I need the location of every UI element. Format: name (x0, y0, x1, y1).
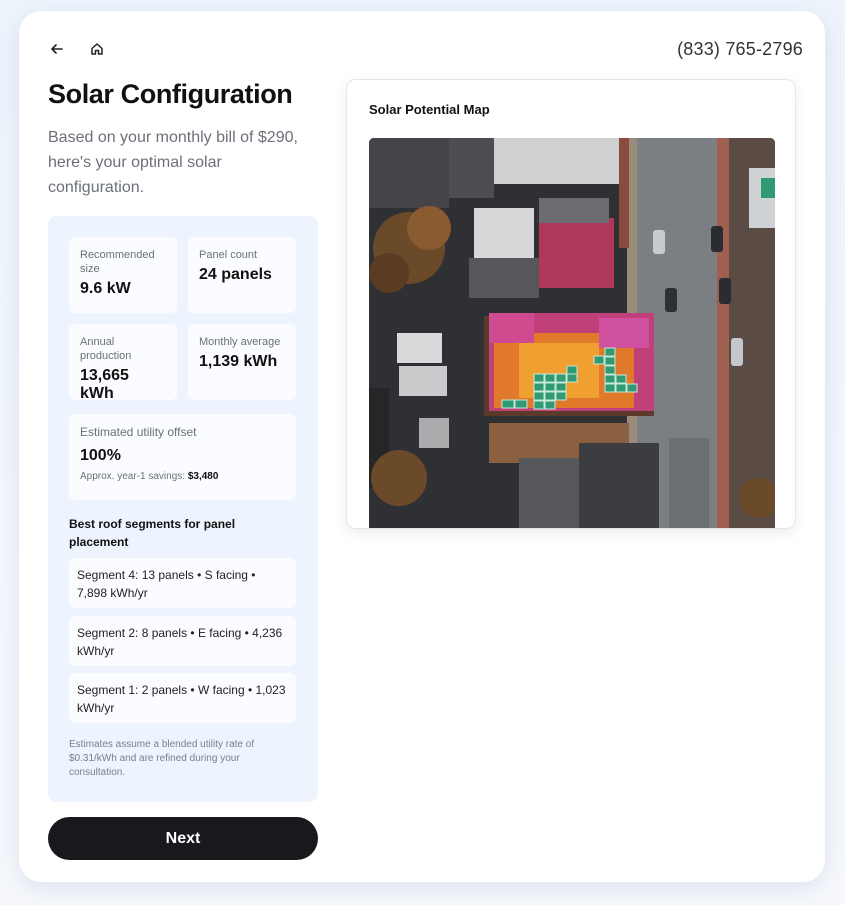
stat-value: 24 panels (199, 266, 272, 283)
stat-label: Annual production (80, 336, 132, 362)
savings-line: Approx. year-1 savings: $3,480 (80, 471, 285, 482)
stat-label: Panel count (199, 249, 258, 261)
stat-value: 13,665 kWh (80, 367, 129, 402)
home-button[interactable] (87, 39, 107, 59)
stat-recommended-size: Recommended size 9.6 kW (69, 237, 177, 313)
savings-value: $3,480 (187, 471, 219, 482)
back-button[interactable] (47, 39, 67, 59)
stat-label: Recommended size (80, 249, 155, 275)
stat-monthly-average: Monthly average 1,139 kWh (188, 324, 296, 400)
map-title: Solar Potential Map (369, 102, 490, 117)
solar-map-card: Solar Potential Map (346, 79, 796, 529)
main-card: (833) 765-2796 Solar Configuration Based… (19, 11, 825, 882)
solar-potential-map[interactable] (369, 138, 775, 528)
roof-segment-item: Segment 2: 8 panels • E facing • 4,236 k… (69, 616, 296, 666)
roof-segment-item: Segment 4: 13 panels • S facing • 7,898 … (69, 558, 296, 608)
roof-segment-item: Segment 1: 2 panels • W facing • 1,023 k… (69, 673, 296, 723)
stat-annual-production: Annual production 13,665 kWh (69, 324, 177, 402)
utility-offset-card: Estimated utility offset 100% Approx. ye… (69, 414, 296, 500)
arrow-left-icon (51, 44, 63, 54)
next-button[interactable]: Next (48, 817, 318, 860)
offset-label: Estimated utility offset (80, 425, 197, 439)
stat-panel-count: Panel count 24 panels (188, 237, 296, 313)
savings-label: Approx. year-1 savings: (80, 471, 186, 482)
stat-value: 9.6 kW (80, 280, 131, 297)
segments-heading: Best roof segments for panel placement (69, 517, 236, 549)
page-title: Solar Configuration (48, 79, 293, 109)
configuration-panel: Recommended size 9.6 kW Panel count 24 p… (48, 216, 318, 802)
stat-label: Monthly average (199, 336, 281, 348)
home-icon (91, 43, 103, 55)
phone-number[interactable]: (833) 765-2796 (677, 39, 803, 60)
stat-value: 1,139 kWh (199, 353, 278, 370)
aerial-map-image (369, 138, 775, 528)
top-nav (47, 39, 107, 59)
page-subtitle: Based on your monthly bill of $290, here… (48, 129, 298, 196)
offset-value: 100% (80, 447, 121, 464)
estimate-footnote: Estimates assume a blended utility rate … (69, 739, 255, 778)
